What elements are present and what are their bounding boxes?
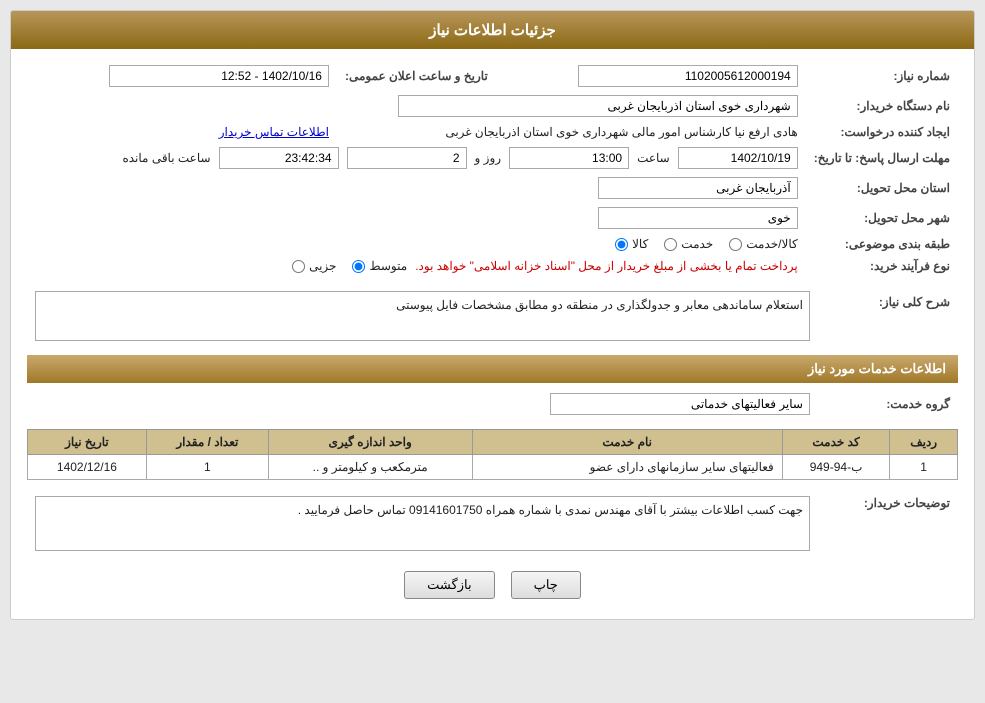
cell-quantity: 1	[146, 455, 268, 480]
deadline-label: مهلت ارسال پاسخ: تا تاریخ:	[806, 143, 958, 173]
purchase-type-label: نوع فرآیند خرید:	[806, 255, 958, 277]
announce-date-input[interactable]	[109, 65, 329, 87]
category-radio-service[interactable]	[664, 238, 677, 251]
category-option-goods-service: کالا/خدمت	[746, 237, 797, 251]
deadline-days-input[interactable]	[347, 147, 467, 169]
service-group-input[interactable]	[550, 393, 810, 415]
col-code: کد خدمت	[782, 430, 889, 455]
cell-row: 1	[890, 455, 958, 480]
page-title: جزئیات اطلاعات نیاز	[11, 11, 974, 49]
cell-date: 1402/12/16	[28, 455, 147, 480]
city-input[interactable]	[598, 207, 798, 229]
purchase-type-radio-medium[interactable]	[352, 260, 365, 273]
city-label: شهر محل تحویل:	[806, 203, 958, 233]
need-number-input[interactable]	[578, 65, 798, 87]
service-group-label: گروه خدمت:	[818, 389, 958, 419]
purchase-type-small: جزیی	[309, 259, 336, 273]
category-radio-goods-service[interactable]	[729, 238, 742, 251]
need-number-label: شماره نیاز:	[806, 61, 958, 91]
deadline-time-input[interactable]	[509, 147, 629, 169]
category-label: طبقه بندی موضوعی:	[806, 233, 958, 255]
need-description-box: استعلام ساماندهی معابر و جدولگذاری در من…	[35, 291, 810, 341]
category-option-service: خدمت	[681, 237, 713, 251]
announce-date-label: تاریخ و ساعت اعلان عمومی:	[337, 61, 496, 91]
deadline-date-input[interactable]	[678, 147, 798, 169]
deadline-remaining-label: ساعت باقی مانده	[122, 151, 210, 165]
buyer-org-label: نام دستگاه خریدار:	[806, 91, 958, 121]
cell-name: فعالیتهای سایر سازمانهای دارای عضو	[472, 455, 782, 480]
province-label: استان محل تحویل:	[806, 173, 958, 203]
col-date: تاریخ نیاز	[28, 430, 147, 455]
purchase-type-medium: متوسط	[369, 259, 407, 273]
col-name: نام خدمت	[472, 430, 782, 455]
category-option-goods: کالا	[632, 237, 648, 251]
buyer-org-input[interactable]	[398, 95, 798, 117]
purchase-type-note: پرداخت تمام یا بخشی از مبلغ خریدار از مح…	[415, 259, 798, 273]
table-row: 1 ب-94-949 فعالیتهای سایر سازمانهای دارا…	[28, 455, 958, 480]
back-button[interactable]: بازگشت	[404, 571, 494, 599]
creator-value: هادی ارفع نیا کارشناس امور مالی شهرداری …	[445, 125, 797, 139]
col-unit: واحد اندازه گیری	[268, 430, 472, 455]
purchase-type-radio-small[interactable]	[292, 260, 305, 273]
cell-code: ب-94-949	[782, 455, 889, 480]
services-table: ردیف کد خدمت نام خدمت واحد اندازه گیری ت…	[27, 429, 958, 480]
print-button[interactable]: چاپ	[511, 571, 581, 599]
services-section-header: اطلاعات خدمات مورد نیاز	[27, 355, 958, 383]
deadline-days-label: روز و	[475, 151, 502, 165]
cell-unit: مترمکعب و کیلومتر و ..	[268, 455, 472, 480]
province-input[interactable]	[598, 177, 798, 199]
creator-label: ایجاد کننده درخواست:	[806, 121, 958, 143]
creator-contact-link[interactable]: اطلاعات تماس خریدار	[219, 125, 329, 139]
deadline-time-label: ساعت	[637, 151, 670, 165]
col-row: ردیف	[890, 430, 958, 455]
buyer-notes-box: جهت کسب اطلاعات بیشتر با آقای مهندس نمدی…	[35, 496, 810, 551]
col-quantity: تعداد / مقدار	[146, 430, 268, 455]
buyer-notes-label: توضیحات خریدار:	[818, 488, 958, 555]
category-radio-goods[interactable]	[615, 238, 628, 251]
need-description-label: شرح کلی نیاز:	[818, 287, 958, 345]
deadline-remaining-input	[219, 147, 339, 169]
